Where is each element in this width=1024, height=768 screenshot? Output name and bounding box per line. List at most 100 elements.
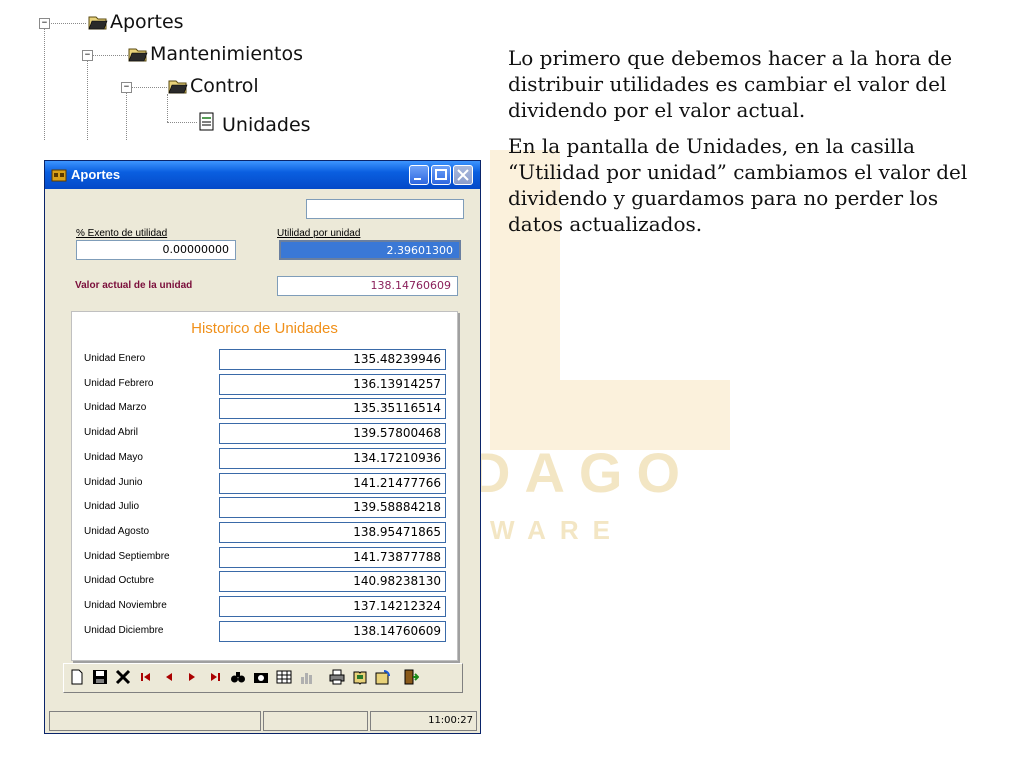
navigation-tree: − Aportes − Mantenimientos − Control Uni… (30, 8, 360, 143)
historico-value-field[interactable]: 139.58884218 (219, 497, 446, 519)
tree-node-control[interactable]: Control (190, 75, 259, 97)
refresh-button[interactable] (374, 669, 392, 687)
minimize-button[interactable] (409, 165, 429, 185)
maximize-button[interactable] (431, 165, 451, 185)
find-icon (231, 672, 245, 683)
window-titlebar[interactable]: Aportes (45, 161, 480, 189)
historico-value-field[interactable]: 138.95471865 (219, 521, 446, 543)
folder-open-icon (128, 48, 148, 62)
tree-guide (167, 94, 168, 122)
first-record-icon (141, 673, 150, 681)
historico-label: Unidad Octubre (84, 575, 155, 587)
window-title: Aportes (71, 167, 121, 182)
tree-expander-aportes[interactable]: − (39, 18, 50, 29)
status-panel-1 (49, 711, 261, 731)
camera-icon (254, 673, 268, 683)
status-panel-2 (263, 711, 368, 731)
navigation-toolbar (63, 663, 463, 693)
folder-open-icon (168, 80, 188, 94)
historico-label: Unidad Marzo (84, 402, 147, 414)
first-record-button[interactable] (137, 669, 155, 687)
chart-button[interactable] (298, 669, 316, 687)
historico-label: Unidad Junio (84, 476, 143, 488)
explanation-text: Lo primero que debemos hacer a la hora d… (508, 45, 988, 247)
historico-label: Unidad Julio (84, 501, 140, 513)
valor-actual-label: Valor actual de la unidad (75, 280, 193, 291)
tree-connector (131, 87, 167, 88)
app-icon (51, 169, 67, 182)
historico-value-field[interactable]: 135.35116514 (219, 398, 446, 420)
exit-icon (404, 669, 420, 685)
grid-button[interactable] (275, 669, 293, 687)
historico-panel: Historico de Unidades Unidad Enero 135.48… (71, 311, 458, 661)
minimize-icon (414, 178, 421, 180)
historico-label: Unidad Noviembre (84, 600, 167, 611)
last-record-button[interactable] (206, 669, 224, 687)
aportes-window: Aportes % Exento de utilidad 0.00000000 … (44, 160, 481, 734)
print-icon (329, 669, 345, 685)
delete-icon (115, 669, 131, 685)
historico-label: Unidad Agosto (84, 525, 150, 537)
historico-title: Historico de Unidades (191, 320, 338, 337)
top-input[interactable] (306, 199, 464, 219)
print-button[interactable] (328, 669, 346, 687)
book-button[interactable] (351, 669, 369, 687)
refresh-icon (375, 670, 390, 685)
exento-label: % Exento de utilidad (76, 228, 168, 239)
document-icon (199, 112, 214, 131)
utilidad-label: Utilidad por unidad (277, 228, 361, 239)
save-icon (93, 670, 107, 684)
historico-label: Unidad Septiembre (84, 550, 170, 562)
explanation-paragraph-1: Lo primero que debemos hacer a la hora d… (508, 46, 953, 122)
tree-guide (44, 28, 45, 140)
exit-button[interactable] (402, 669, 420, 687)
grid-icon (276, 670, 292, 684)
book-icon (353, 671, 367, 685)
tree-expander-mantenimientos[interactable]: − (82, 50, 93, 61)
utilidad-field[interactable]: 2.39601300 (279, 240, 461, 260)
delete-button[interactable] (114, 669, 132, 687)
historico-label: Unidad Diciembre (84, 624, 164, 636)
chart-icon (301, 673, 312, 684)
historico-value-field[interactable]: 139.57800468 (219, 423, 446, 445)
tree-connector (48, 23, 86, 24)
tree-connector (167, 122, 197, 123)
camera-button[interactable] (252, 669, 270, 687)
exento-field[interactable]: 0.00000000 (76, 240, 236, 260)
historico-value-field[interactable]: 141.21477766 (219, 472, 446, 494)
tree-node-mantenimientos[interactable]: Mantenimientos (150, 43, 303, 65)
new-record-button[interactable] (68, 669, 86, 687)
tree-node-aportes[interactable]: Aportes (110, 11, 184, 33)
tree-guide (126, 92, 127, 140)
tree-node-unidades[interactable]: Unidades (222, 114, 311, 136)
previous-record-button[interactable] (160, 669, 178, 687)
historico-label: Unidad Febrero (84, 377, 154, 389)
folder-open-icon (88, 16, 108, 30)
status-bar: 11:00:27 (49, 711, 477, 731)
tree-connector (92, 55, 128, 56)
historico-value-field[interactable]: 135.48239946 (219, 349, 446, 370)
close-button[interactable] (453, 165, 473, 185)
last-record-icon (211, 673, 220, 681)
valor-actual-field[interactable]: 138.14760609 (277, 276, 458, 296)
tree-expander-control[interactable]: − (121, 82, 132, 93)
historico-value-field[interactable]: 140.98238130 (219, 571, 446, 593)
historico-label: Unidad Enero (84, 353, 146, 364)
save-button[interactable] (91, 669, 109, 687)
status-time: 11:00:27 (370, 711, 477, 731)
historico-label: Unidad Abril (84, 427, 138, 439)
historico-value-field[interactable]: 136.13914257 (219, 373, 446, 395)
historico-value-field[interactable]: 134.17210936 (219, 447, 446, 469)
historico-value-field[interactable]: 138.14760609 (219, 620, 446, 642)
tree-guide (87, 60, 88, 140)
next-record-icon (189, 673, 195, 681)
historico-label: Unidad Mayo (84, 451, 143, 463)
historico-value-field[interactable]: 137.14212324 (219, 596, 446, 617)
watermark-text-2: WARE (490, 515, 624, 545)
explanation-paragraph-2: En la pantalla de Unidades, en la casill… (508, 134, 968, 236)
historico-value-field[interactable]: 141.73877788 (219, 546, 446, 568)
watermark-text-1: DAGO (470, 441, 694, 504)
previous-record-icon (166, 673, 172, 681)
find-button[interactable] (229, 669, 247, 687)
next-record-button[interactable] (183, 669, 201, 687)
